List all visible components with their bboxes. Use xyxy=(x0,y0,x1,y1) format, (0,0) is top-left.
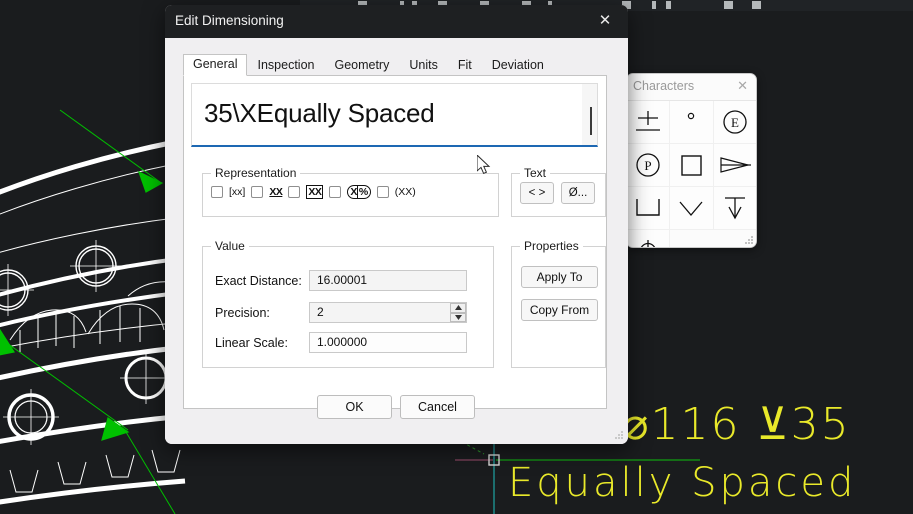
tab-bar[interactable]: General Inspection Geometry Units Fit De… xyxy=(183,54,607,76)
exact-distance-label: Exact Distance: xyxy=(215,273,302,288)
symbol-square[interactable] xyxy=(670,144,714,187)
dialog-footer: OK Cancel xyxy=(165,378,628,444)
symbol-counterbore[interactable] xyxy=(627,187,671,230)
tab-inspection[interactable]: Inspection xyxy=(247,55,324,76)
precision-input[interactable]: 2 xyxy=(309,302,467,323)
apply-to-button[interactable]: Apply To xyxy=(521,266,598,288)
dimension-text-value: 35\XEqually Spaced xyxy=(204,98,435,128)
linear-scale-input[interactable]: 1.000000 xyxy=(309,332,467,353)
stepper-up-icon[interactable] xyxy=(450,303,466,313)
representation-checkbox-underline[interactable] xyxy=(251,186,264,198)
symbol-depth[interactable] xyxy=(713,187,756,230)
close-icon[interactable]: ✕ xyxy=(594,11,616,31)
properties-legend: Properties xyxy=(520,239,583,253)
tab-fit[interactable]: Fit xyxy=(448,55,482,76)
resize-grip[interactable] xyxy=(614,430,623,439)
dialog-title: Edit Dimensioning xyxy=(175,13,284,28)
cad-dimension-text[interactable]: ⌀116 ⊻35 xyxy=(622,399,851,450)
exact-distance-row: Exact Distance: 16.00001 xyxy=(215,270,467,291)
svg-text:P: P xyxy=(645,158,652,173)
insert-brackets-button[interactable]: < > xyxy=(520,182,554,204)
ok-button[interactable]: OK xyxy=(317,395,392,419)
tab-deviation[interactable]: Deviation xyxy=(482,55,554,76)
insert-symbol-button[interactable]: Ø... xyxy=(561,182,595,204)
cancel-button[interactable]: Cancel xyxy=(400,395,475,419)
edit-dimensioning-dialog[interactable]: Edit Dimensioning ✕ General Inspection G… xyxy=(165,5,628,444)
symbol-circled-e[interactable]: E xyxy=(713,101,756,144)
copy-from-button[interactable]: Copy From xyxy=(521,299,598,321)
precision-stepper[interactable] xyxy=(450,303,466,322)
cad-note-text[interactable]: Equally Spaced xyxy=(508,460,856,506)
stepper-down-icon[interactable] xyxy=(450,312,466,322)
text-legend: Text xyxy=(520,166,551,180)
representation-glyph-pill: X% xyxy=(347,185,371,199)
value-legend: Value xyxy=(211,239,249,253)
symbol-countersink[interactable] xyxy=(670,187,714,230)
representation-glyph-brackets: [xx] xyxy=(229,186,246,198)
toolbar-icon[interactable] xyxy=(652,1,656,9)
representation-group: Representation [xx] XX XX X % (XX) xyxy=(202,166,499,217)
mouse-cursor xyxy=(477,155,491,175)
representation-legend: Representation xyxy=(211,166,301,180)
precision-label: Precision: xyxy=(215,305,270,320)
toolbar-icon[interactable] xyxy=(666,1,671,9)
characters-symbol-grid[interactable]: E P xyxy=(627,101,756,247)
representation-checkbox-brackets[interactable] xyxy=(211,186,223,198)
close-icon[interactable]: ✕ xyxy=(737,79,748,92)
characters-palette-title: Characters xyxy=(633,79,695,93)
symbol-circled-p[interactable]: P xyxy=(627,144,671,187)
representation-glyph-parens: (XX) xyxy=(394,186,416,198)
symbol-taper[interactable] xyxy=(713,144,756,187)
text-group: Text < > Ø... xyxy=(511,166,606,217)
characters-palette[interactable]: Characters ✕ E P xyxy=(626,73,757,248)
tab-geometry[interactable]: Geometry xyxy=(324,55,399,76)
representation-glyph-pill-pct: % xyxy=(356,186,368,198)
representation-glyph-boxed: XX xyxy=(306,185,324,199)
linear-scale-label: Linear Scale: xyxy=(215,335,288,350)
symbol-degree[interactable] xyxy=(670,101,714,144)
toolbar-icon[interactable] xyxy=(724,1,733,9)
properties-group: Properties Apply To Copy From xyxy=(511,239,606,368)
tab-general[interactable]: General xyxy=(183,54,248,76)
representation-checkbox-boxed[interactable] xyxy=(288,186,301,198)
tab-units[interactable]: Units xyxy=(399,55,447,76)
exact-distance-input[interactable]: 16.00001 xyxy=(309,270,467,291)
value-group: Value Exact Distance: 16.00001 Precision… xyxy=(202,239,494,368)
general-tab-panel: 35\XEqually Spaced Representation [xx] X… xyxy=(183,76,607,409)
toolbar-icon[interactable] xyxy=(752,1,761,9)
dialog-body: General Inspection Geometry Units Fit De… xyxy=(165,38,628,444)
representation-checkbox-parens[interactable] xyxy=(376,186,389,198)
text-caret xyxy=(590,107,592,135)
representation-glyph-underline: XX xyxy=(269,186,283,198)
symbol-position[interactable] xyxy=(627,230,671,247)
resize-grip[interactable] xyxy=(744,235,753,244)
svg-text:E: E xyxy=(731,115,739,130)
characters-titlebar[interactable]: Characters ✕ xyxy=(627,74,756,101)
precision-row: Precision: 2 xyxy=(215,302,467,323)
dimension-text-editor[interactable]: 35\XEqually Spaced xyxy=(191,83,598,147)
representation-glyph-pill-x: X xyxy=(350,186,357,198)
dialog-titlebar[interactable]: Edit Dimensioning ✕ xyxy=(165,5,628,38)
linear-scale-row: Linear Scale: 1.000000 xyxy=(215,332,467,353)
symbol-plus-minus-bar[interactable] xyxy=(627,101,671,144)
representation-checkbox-pill[interactable] xyxy=(329,186,342,198)
